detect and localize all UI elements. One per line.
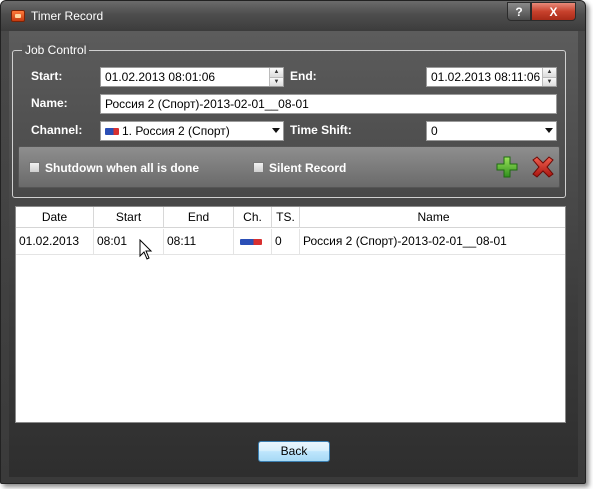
options-bar: Shutdown when all is done Silent Record (18, 146, 560, 188)
column-header-end[interactable]: End (164, 207, 234, 228)
spin-down-icon[interactable]: ▼ (270, 76, 283, 86)
time-shift-label: Time Shift: (290, 123, 352, 137)
start-datetime-value: 01.02.2013 08:01:06 (105, 70, 216, 84)
channel-logo-icon (240, 238, 262, 245)
column-header-date[interactable]: Date (16, 207, 94, 228)
app-icon (11, 10, 25, 22)
silent-record-label[interactable]: Silent Record (269, 161, 346, 175)
recordings-table[interactable]: Date Start End Ch. TS. Name 01.02.2013 0… (15, 206, 566, 423)
column-header-channel[interactable]: Ch. (234, 207, 272, 228)
start-spinner[interactable]: ▲ ▼ (269, 68, 283, 86)
end-label: End: (290, 69, 317, 83)
channel-select[interactable]: 1. Россия 2 (Спорт) (100, 121, 284, 141)
table-row[interactable]: 01.02.2013 08:01 08:11 0 Россия 2 (Спорт… (16, 229, 565, 255)
table-header: Date Start End Ch. TS. Name (16, 207, 565, 228)
cell-end: 08:11 (164, 229, 234, 255)
end-datetime-value: 01.02.2013 08:11:06 (431, 70, 541, 84)
channel-value: 1. Россия 2 (Спорт) (122, 124, 230, 138)
time-shift-value: 0 (431, 124, 438, 138)
time-shift-select[interactable]: 0 (426, 121, 557, 141)
channel-logo-icon (105, 128, 119, 136)
job-control-group: Job Control Start: 01.02.2013 08:01:06 ▲… (12, 43, 566, 198)
column-header-name[interactable]: Name (300, 207, 567, 228)
close-button[interactable]: X (531, 2, 576, 21)
end-datetime-input[interactable]: 01.02.2013 08:11:06 ▲ ▼ (426, 67, 557, 87)
job-control-legend: Job Control (22, 43, 90, 57)
chevron-down-icon[interactable] (272, 128, 280, 133)
name-label: Name: (31, 96, 68, 110)
start-label: Start: (31, 69, 63, 83)
column-header-start[interactable]: Start (94, 207, 164, 228)
delete-icon[interactable] (531, 156, 555, 178)
shutdown-label[interactable]: Shutdown when all is done (45, 161, 199, 175)
window-title: Timer Record (31, 9, 104, 23)
title-bar: Timer Record ? X (1, 1, 585, 31)
channel-label: Channel: (31, 123, 83, 137)
column-header-timeshift[interactable]: TS. (272, 207, 300, 228)
cell-date: 01.02.2013 (16, 229, 94, 255)
cell-name: Россия 2 (Спорт)-2013-02-01__08-01 (303, 234, 507, 248)
name-input[interactable]: Россия 2 (Спорт)-2013-02-01__08-01 (100, 94, 557, 114)
spin-up-icon[interactable]: ▲ (270, 68, 283, 77)
spin-down-icon[interactable]: ▼ (543, 76, 556, 86)
mouse-cursor-icon (139, 239, 153, 260)
help-button[interactable]: ? (507, 2, 531, 21)
timer-record-window: Timer Record ? X Job Control Start: 01.0… (0, 0, 586, 484)
cell-start: 08:01 (94, 229, 164, 255)
spin-up-icon[interactable]: ▲ (543, 68, 556, 77)
start-datetime-input[interactable]: 01.02.2013 08:01:06 ▲ ▼ (100, 67, 284, 87)
back-button[interactable]: Back (258, 441, 330, 462)
add-icon[interactable] (495, 155, 519, 179)
cell-timeshift: 0 (272, 229, 300, 255)
cell-channel (234, 229, 272, 255)
shutdown-checkbox[interactable] (29, 162, 40, 173)
silent-record-checkbox[interactable] (253, 162, 264, 173)
chevron-down-icon[interactable] (545, 128, 553, 133)
end-spinner[interactable]: ▲ ▼ (542, 68, 556, 86)
